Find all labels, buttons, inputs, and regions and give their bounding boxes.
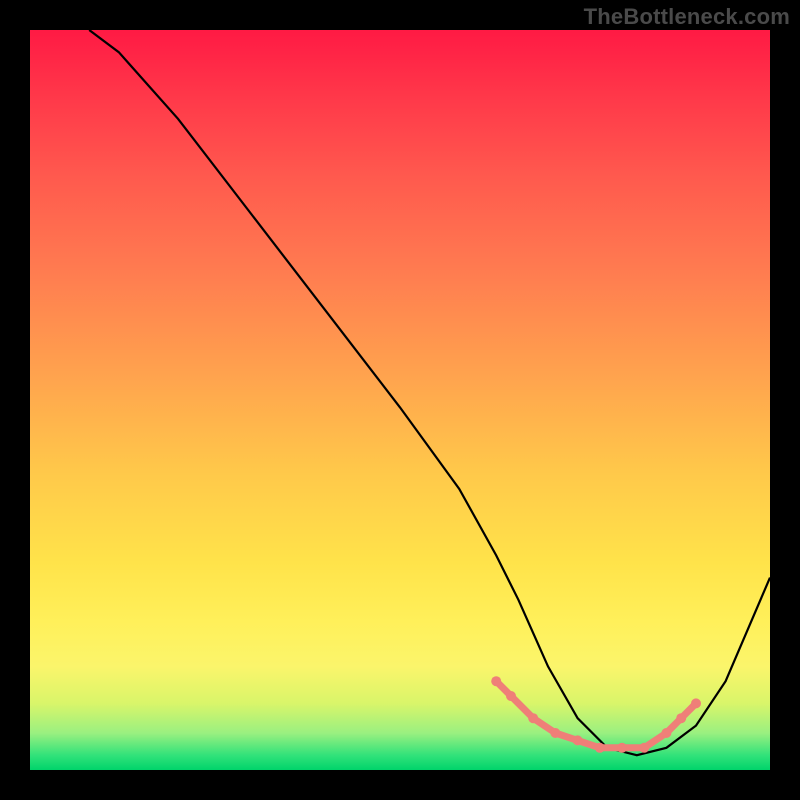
marker-dot [528,713,538,723]
marker-dot [595,743,605,753]
marker-dot [506,691,516,701]
marker-dot [676,713,686,723]
chart-frame: TheBottleneck.com [0,0,800,800]
marker-dot [617,743,627,753]
marker-dot [491,676,501,686]
marker-dot [661,728,671,738]
plot-area [30,30,770,770]
marker-dot [573,735,583,745]
marker-dot [691,698,701,708]
marker-dot [639,743,649,753]
watermark-text: TheBottleneck.com [584,4,790,30]
bottleneck-curve [89,30,770,755]
marker-group [491,676,701,753]
marker-dot [550,728,560,738]
chart-svg [30,30,770,770]
